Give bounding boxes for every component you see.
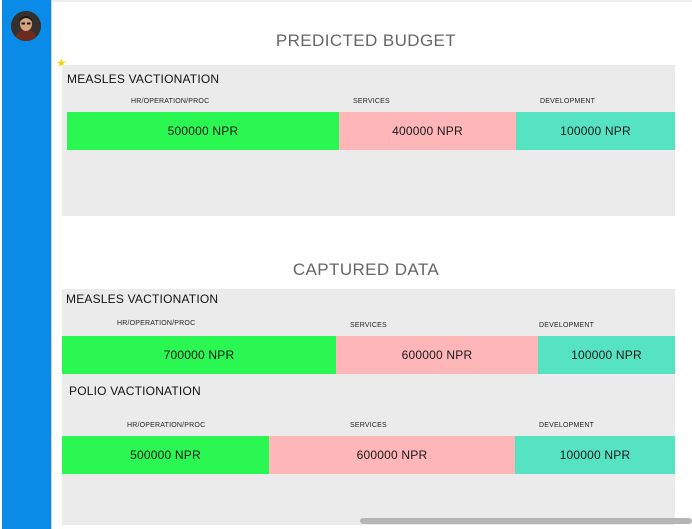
avatar-glyph — [11, 11, 41, 41]
sidebar — [0, 0, 52, 529]
segment-hr: 500000 NPR — [67, 112, 339, 150]
captured-data-title: CAPTURED DATA — [292, 260, 440, 279]
col-label-services: SERVICES — [350, 422, 387, 429]
user-avatar-icon[interactable] — [11, 11, 41, 41]
captured-polio-name: POLIO VACTIONATION — [69, 384, 201, 398]
col-label-development: DEVELOPMENT — [539, 322, 595, 329]
horizontal-scrollbar[interactable] — [360, 518, 692, 524]
segment-services: 600000 NPR — [336, 336, 538, 374]
col-label-hr: HR/OPERATION/PROC — [131, 98, 210, 105]
col-label-development: DEVELOPMENT — [540, 98, 596, 105]
captured-measles-name: MEASLES VACTIONATION — [66, 292, 219, 306]
segment-services: 400000 NPR — [339, 112, 516, 150]
segment-hr: 700000 NPR — [62, 336, 336, 374]
top-border — [0, 0, 692, 2]
col-label-hr: HR/OPERATION/PROC — [127, 422, 206, 429]
col-label-services: SERVICES — [353, 98, 390, 105]
col-label-services: SERVICES — [350, 322, 387, 329]
segment-development: 100000 NPR — [516, 112, 675, 150]
segment-development: 100000 NPR — [538, 336, 675, 374]
scrollbar-thumb[interactable] — [360, 518, 692, 524]
captured-card: MEASLES VACTIONATION HR/OPERATION/PROC S… — [62, 289, 675, 525]
segment-development: 100000 NPR — [515, 436, 675, 474]
predicted-budget-title: PREDICTED BUDGET — [275, 31, 457, 50]
predicted-measles-name: MEASLES VACTIONATION — [67, 72, 220, 86]
col-label-hr: HR/OPERATION/PROC — [117, 320, 196, 327]
segment-services: 600000 NPR — [269, 436, 515, 474]
segment-hr: 500000 NPR — [62, 436, 269, 474]
sidebar-edge — [0, 0, 2, 529]
predicted-measles-card: MEASLES VACTIONATION HR/OPERATION/PROC S… — [62, 65, 675, 216]
col-label-development: DEVELOPMENT — [539, 422, 595, 429]
